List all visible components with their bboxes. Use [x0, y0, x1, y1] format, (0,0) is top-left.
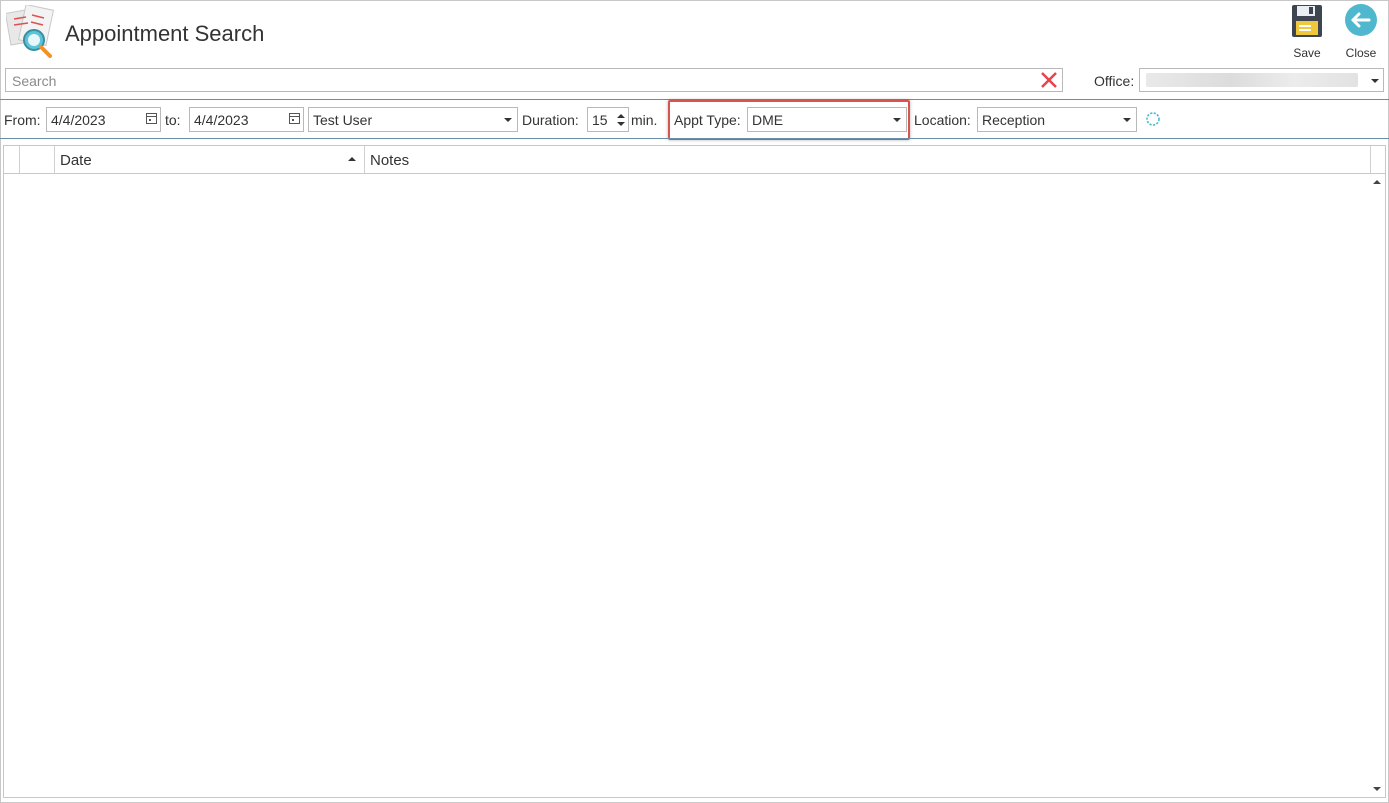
chevron-down-icon	[893, 118, 901, 122]
from-date-value: 4/4/2023	[51, 112, 106, 128]
save-label: Save	[1293, 46, 1321, 60]
location-label: Location:	[914, 112, 971, 128]
from-label: From:	[4, 112, 41, 128]
duration-unit: min.	[631, 112, 658, 128]
search-input[interactable]	[10, 71, 1034, 91]
calendar-icon[interactable]	[289, 113, 300, 124]
spin-down-icon[interactable]	[617, 122, 625, 126]
column-header-notes-label: Notes	[370, 152, 410, 169]
appt-type-select[interactable]: DME	[747, 107, 907, 132]
column-header-notes[interactable]: Notes	[365, 146, 1371, 173]
column-header-date[interactable]: Date	[55, 146, 365, 173]
user-value: Test User	[313, 112, 373, 128]
calendar-icon[interactable]	[146, 113, 157, 124]
duration-stepper[interactable]: 15	[587, 107, 629, 132]
sort-ascending-icon	[348, 157, 356, 161]
to-date-field[interactable]: 4/4/2023	[189, 107, 304, 132]
location-value: Reception	[982, 112, 1046, 128]
grid-header: Date Notes	[4, 146, 1385, 174]
floppy-disk-icon	[1292, 5, 1322, 37]
appt-type-label: Appt Type:	[674, 112, 741, 128]
appointment-search-app-icon	[6, 5, 55, 58]
grid-row-indicator-header	[20, 146, 55, 173]
office-label: Office:	[1094, 73, 1135, 89]
refresh-icon[interactable]	[1145, 111, 1161, 127]
save-button[interactable]: Save	[1284, 4, 1330, 62]
to-label: to:	[165, 112, 181, 128]
appt-type-value: DME	[752, 112, 784, 128]
page-title: Appointment Search	[65, 21, 265, 46]
clear-search-icon[interactable]	[1040, 71, 1058, 89]
grid-header-spacer	[4, 146, 20, 173]
search-box	[5, 68, 1063, 92]
filter-divider	[0, 138, 1389, 139]
column-header-date-label: Date	[60, 152, 92, 169]
scroll-down-icon[interactable]	[1373, 787, 1381, 791]
vertical-scrollbar[interactable]	[1369, 173, 1385, 797]
duration-value: 15	[592, 112, 608, 128]
user-select[interactable]: Test User	[308, 107, 518, 132]
to-date-value: 4/4/2023	[194, 112, 249, 128]
office-value-redacted	[1146, 73, 1358, 87]
close-label: Close	[1345, 46, 1377, 60]
chevron-down-icon	[1123, 118, 1131, 122]
chevron-down-icon	[1371, 79, 1379, 83]
back-arrow-icon	[1345, 4, 1377, 36]
duration-label: Duration:	[522, 112, 579, 128]
from-date-field[interactable]: 4/4/2023	[46, 107, 161, 132]
spin-up-icon[interactable]	[617, 114, 625, 118]
location-select[interactable]: Reception	[977, 107, 1137, 132]
close-button[interactable]: Close	[1338, 4, 1384, 62]
office-select[interactable]	[1139, 68, 1384, 92]
chevron-down-icon	[504, 118, 512, 122]
scroll-up-icon[interactable]	[1373, 180, 1381, 184]
results-grid: Date Notes	[3, 145, 1386, 798]
